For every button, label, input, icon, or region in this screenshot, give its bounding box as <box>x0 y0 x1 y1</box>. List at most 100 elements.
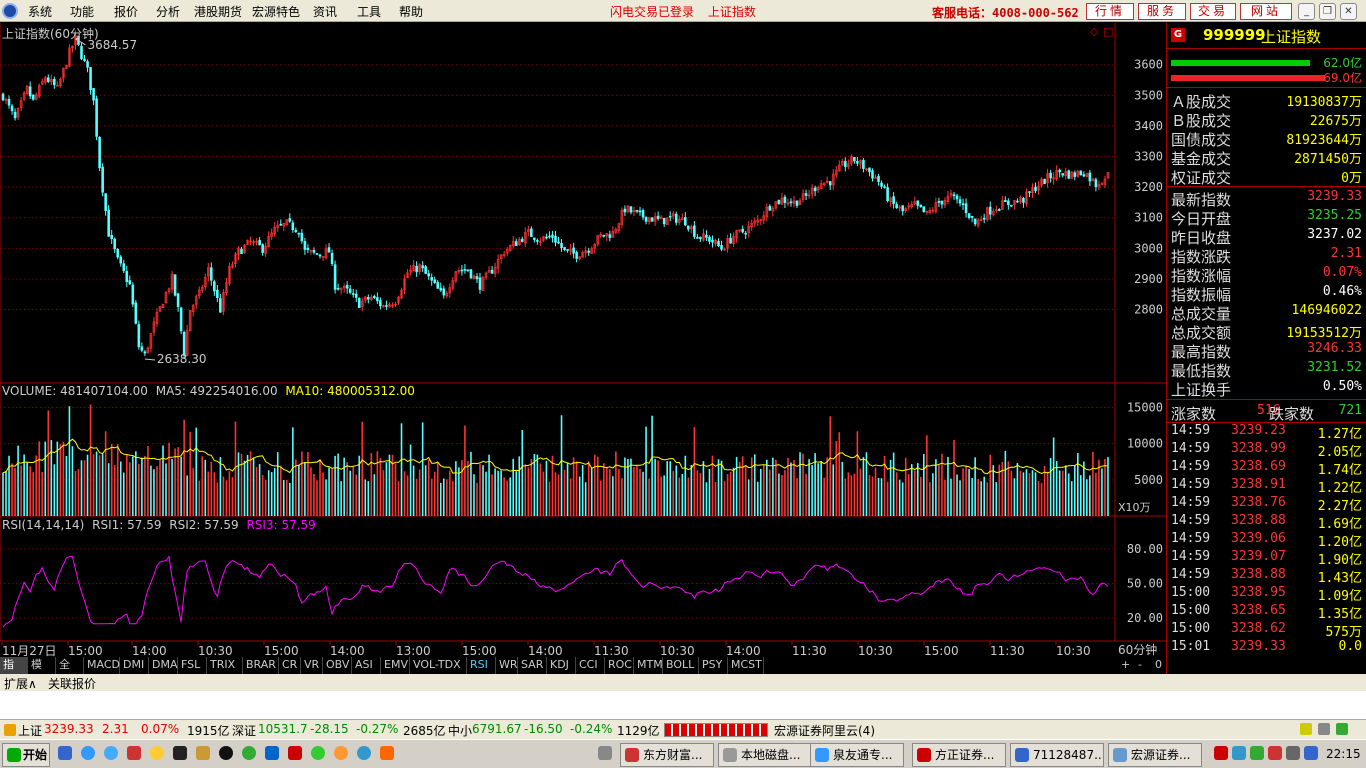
candle-body <box>952 194 956 197</box>
close-icon[interactable]: ✕ <box>1340 3 1357 20</box>
tray-icon-5[interactable] <box>1304 746 1318 760</box>
server-name[interactable]: 宏源证券阿里云(4) <box>774 722 875 739</box>
taskbar-window-4[interactable]: 71128487... <box>1010 743 1104 767</box>
taskbar-window-5[interactable]: 宏源证券... <box>1108 743 1202 767</box>
network-icon[interactable] <box>1318 723 1330 735</box>
indicator-tab-boll[interactable]: BOLL <box>663 657 699 674</box>
indicator-tab-全部[interactable]: 全部 <box>56 657 84 687</box>
related-quotes-tab[interactable]: 关联报价 <box>48 675 96 692</box>
indicator-tab-psy[interactable]: PSY <box>699 657 728 674</box>
chrome-icon[interactable] <box>334 746 348 760</box>
menu-item-7[interactable]: 工具 <box>357 3 381 20</box>
current-index-label[interactable]: 上证指数 <box>708 5 756 19</box>
indicator-tab-roc[interactable]: ROC <box>605 657 634 674</box>
trade-button[interactable]: 交易 <box>1190 3 1236 20</box>
candle-body <box>354 293 358 298</box>
ie-browser-icon[interactable] <box>81 746 95 760</box>
tray-icon-4[interactable] <box>1268 746 1282 760</box>
app-icon-4[interactable] <box>265 746 279 760</box>
period-label[interactable]: 60分钟 <box>1118 641 1157 658</box>
chart-area[interactable]: 3600 3500 3400 3300 3200 3100 3000 2900 2800 3684… <box>0 23 1166 659</box>
website-button[interactable]: 网站 <box>1240 3 1292 20</box>
menu-item-2[interactable]: 报价 <box>114 3 138 20</box>
indicator-tab-emv[interactable]: EMV <box>381 657 410 674</box>
app-icon-2[interactable] <box>196 746 210 760</box>
indicator-tab-dmi[interactable]: DMI <box>120 657 149 674</box>
taskbar-window-3[interactable]: 方正证券... <box>912 743 1006 767</box>
taskbar-window-0[interactable]: 东方财富... <box>620 743 714 767</box>
taskbar-window-2[interactable]: 泉友通专... <box>810 743 904 767</box>
browser-icon[interactable] <box>311 746 325 760</box>
menu-item-6[interactable]: 资讯 <box>313 3 337 20</box>
indicator-tab-vol-tdx[interactable]: VOL-TDX <box>410 657 467 674</box>
expand-tab[interactable]: 扩展∧ <box>4 675 37 692</box>
zoom-out-button[interactable]: - <box>1138 658 1142 671</box>
row-label: 最低指数 <box>1171 362 1232 380</box>
smiley-icon[interactable] <box>150 746 164 760</box>
connection-icon[interactable] <box>1336 723 1348 735</box>
chart-canvas[interactable]: 3600350034003300320031003000290028003684… <box>0 23 1166 659</box>
indicator-tab-sar[interactable]: SAR <box>518 657 547 674</box>
indicator-tab-trix[interactable]: TRIX <box>207 657 243 674</box>
indicator-tab-mtm[interactable]: MTM <box>634 657 663 674</box>
row-value: 0.46% <box>1322 284 1362 299</box>
indicator-tab-cci[interactable]: CCI <box>576 657 605 674</box>
minimize-icon[interactable]: _ <box>1298 3 1315 20</box>
search-icon[interactable] <box>104 746 118 760</box>
indicator-tab-vr[interactable]: VR <box>301 657 323 674</box>
menu-item-4[interactable]: 港股期货 <box>194 3 242 20</box>
zoom-in-button[interactable]: + <box>1121 658 1130 671</box>
keyboard-icon[interactable] <box>598 746 612 760</box>
zoom-reset-button[interactable]: 0 <box>1155 658 1162 671</box>
indicator-tab-指标[interactable]: 指标 <box>0 657 28 687</box>
app-icon-5[interactable] <box>288 746 302 760</box>
ie-icon-2[interactable] <box>357 746 371 760</box>
speaker-icon[interactable] <box>1286 746 1300 760</box>
sh-label[interactable]: 上证 <box>18 722 42 739</box>
indicator-tab-kdj[interactable]: KDJ <box>547 657 576 674</box>
quotes-button[interactable]: 行情 <box>1086 3 1134 20</box>
menu-item-3[interactable]: 分析 <box>156 3 180 20</box>
menu-item-0[interactable]: 系统 <box>28 3 52 20</box>
row-value: 22675万 <box>1309 114 1362 129</box>
alert-icon[interactable] <box>4 724 16 736</box>
app-logo-icon[interactable] <box>2 3 18 19</box>
g-icon[interactable]: G <box>1171 28 1185 42</box>
indicator-tab-brar[interactable]: BRAR <box>243 657 279 674</box>
flash-trade-status[interactable]: 闪电交易已登录 <box>610 5 694 19</box>
indicator-tab-mcst[interactable]: MCST <box>728 657 764 674</box>
indicator-tab-asi[interactable]: ASI <box>352 657 381 674</box>
taskbar-window-1[interactable]: 本地磁盘... <box>718 743 812 767</box>
tick-row: 14:59 3239.07 1.90亿 <box>1171 549 1362 568</box>
start-button[interactable]: 开始 <box>2 743 50 767</box>
qq-icon[interactable] <box>219 746 233 760</box>
tray-icon-1[interactable] <box>1214 746 1228 760</box>
indicator-tab-dma[interactable]: DMA <box>149 657 178 674</box>
indicator-tab-macd[interactable]: MACD <box>84 657 120 674</box>
indicator-tab-cr[interactable]: CR <box>279 657 301 674</box>
indicator-tab-wr[interactable]: WR <box>496 657 518 674</box>
indicator-tab-obv[interactable]: OBV <box>323 657 352 674</box>
row-value: 3237.02 <box>1307 227 1362 242</box>
app-icon-1[interactable] <box>127 746 141 760</box>
menu-item-1[interactable]: 功能 <box>70 3 94 20</box>
menu-item-5[interactable]: 宏源特色 <box>252 3 300 20</box>
sz-label[interactable]: 深证 <box>232 722 256 739</box>
indicator-tab-fsl[interactable]: FSL <box>178 657 207 674</box>
app-icon-6[interactable] <box>380 746 394 760</box>
service-button[interactable]: 服务 <box>1138 3 1186 20</box>
menu-item-8[interactable]: 帮助 <box>399 3 423 20</box>
tray-icon-2[interactable] <box>1232 746 1246 760</box>
app-icon-3[interactable] <box>242 746 256 760</box>
indicator-tab-rsi[interactable]: RSI <box>467 657 496 674</box>
lock-icon[interactable] <box>1300 723 1312 735</box>
tray-icon-3[interactable] <box>1250 746 1264 760</box>
candle-body <box>1058 169 1061 173</box>
rsi-line <box>2 555 1109 628</box>
zx-label[interactable]: 中小 <box>448 722 472 739</box>
desktop-icon[interactable] <box>58 746 72 760</box>
clock[interactable]: 22:15 <box>1326 747 1361 761</box>
restore-icon[interactable]: ❐ <box>1319 3 1336 20</box>
media-icon[interactable] <box>173 746 187 760</box>
indicator-tab-模板[interactable]: 模板 <box>28 657 56 687</box>
